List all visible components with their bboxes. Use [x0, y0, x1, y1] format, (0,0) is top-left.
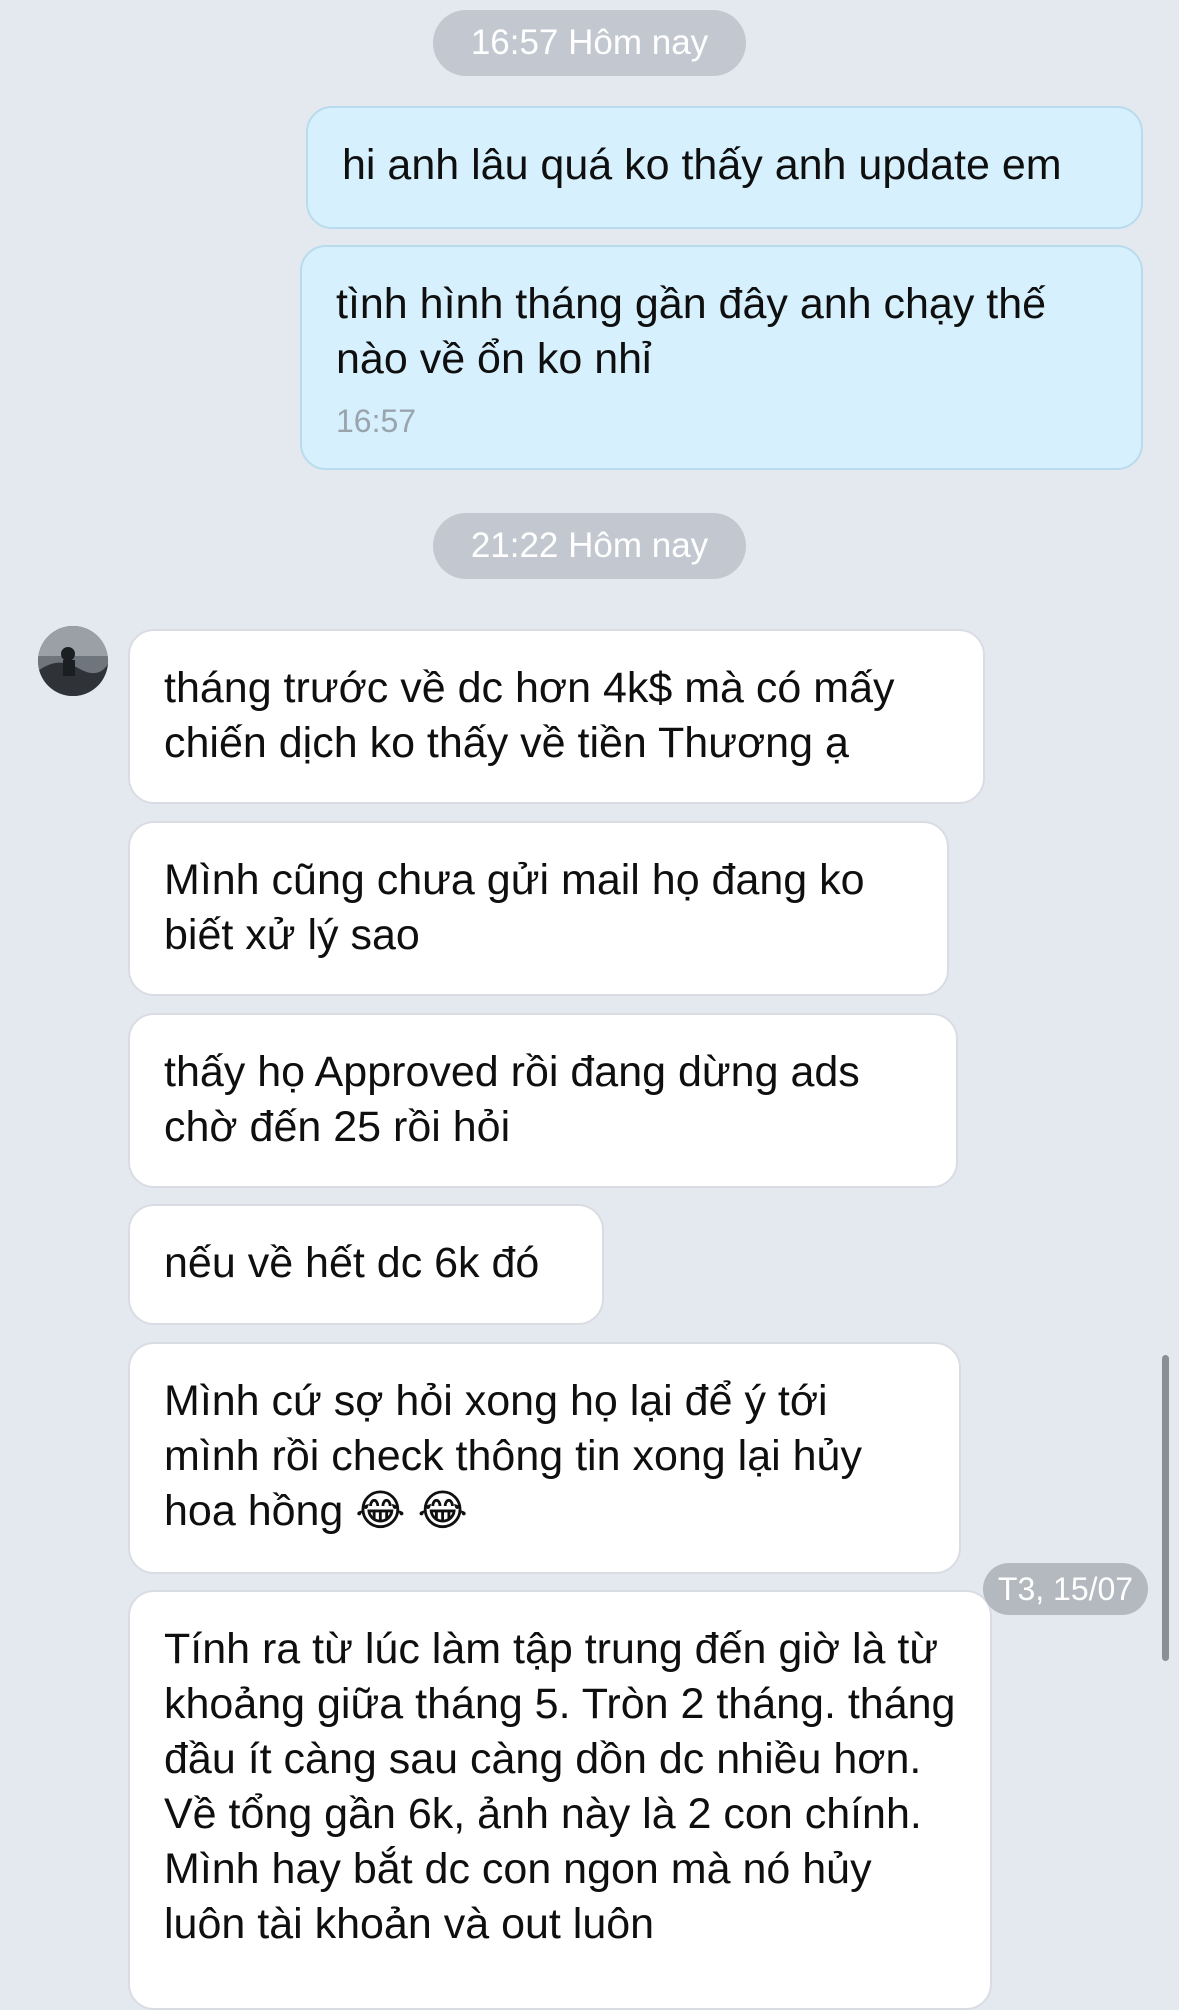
time-separator-label: 21:22 Hôm nay — [470, 526, 709, 565]
message-text: Mình cứ sợ hỏi xong họ lại để ý tới mình… — [164, 1377, 862, 1535]
avatar-photo-icon — [38, 626, 108, 696]
message-text: Tính ra từ lúc làm tập trung đến giờ là … — [164, 1625, 956, 1948]
sent-message[interactable]: hi anh lâu quá ko thấy anh update em — [306, 106, 1143, 229]
message-text: hi anh lâu quá ko thấy anh update em — [342, 141, 1062, 189]
chat-thread[interactable]: 16:57 Hôm nay hi anh lâu quá ko thấy anh… — [0, 0, 1179, 2010]
message-time: 16:57 — [336, 403, 417, 439]
date-badge: T3, 15/07 — [983, 1563, 1148, 1615]
received-message[interactable]: tháng trước về dc hơn 4k$ mà có mấy chiế… — [128, 629, 985, 804]
time-separator-label: 16:57 Hôm nay — [470, 23, 709, 62]
received-message[interactable]: thấy họ Approved rồi đang dừng ads chờ đ… — [128, 1013, 958, 1188]
date-badge-label: T3, 15/07 — [997, 1570, 1134, 1607]
avatar[interactable] — [38, 626, 108, 696]
time-separator: 16:57 Hôm nay — [433, 10, 746, 76]
received-message[interactable]: Tính ra từ lúc làm tập trung đến giờ là … — [128, 1590, 992, 2010]
time-separator: 21:22 Hôm nay — [433, 513, 746, 579]
message-text: thấy họ Approved rồi đang dừng ads chờ đ… — [164, 1048, 860, 1151]
message-text: nếu về hết dc 6k đó — [164, 1239, 540, 1287]
received-message[interactable]: Mình cứ sợ hỏi xong họ lại để ý tới mình… — [128, 1342, 961, 1574]
received-message[interactable]: nếu về hết dc 6k đó — [128, 1204, 604, 1325]
scrollbar[interactable] — [1162, 1355, 1169, 1661]
sent-message[interactable]: tình hình tháng gần đây anh chạy thế nào… — [300, 245, 1143, 470]
message-text: tháng trước về dc hơn 4k$ mà có mấy chiế… — [164, 664, 895, 767]
message-text: tình hình tháng gần đây anh chạy thế nào… — [336, 280, 1047, 383]
received-message[interactable]: Mình cũng chưa gửi mail họ đang ko biết … — [128, 821, 949, 996]
message-text: Mình cũng chưa gửi mail họ đang ko biết … — [164, 856, 865, 959]
